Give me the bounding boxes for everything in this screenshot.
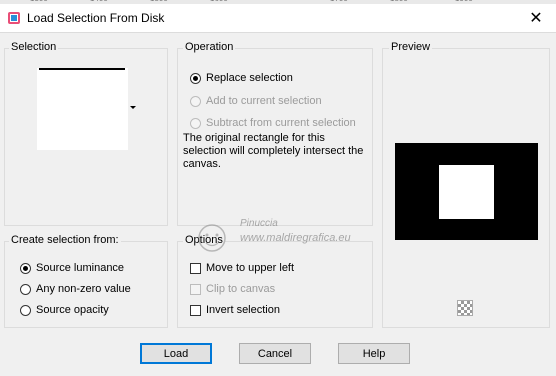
load-button[interactable]: Load: [140, 343, 212, 364]
radio-label: Source luminance: [36, 262, 125, 274]
cancel-button[interactable]: Cancel: [239, 343, 311, 364]
checkbox-label: Invert selection: [206, 304, 280, 316]
ruler-tick: 1900: [455, 0, 473, 3]
ruler-tick: 1400: [90, 0, 108, 3]
checkbox-label: Move to upper left: [206, 262, 295, 274]
operation-info-text: The original rectangle for this selectio…: [183, 132, 364, 170]
ruler-tick: 1600: [210, 0, 228, 3]
ruler-tick: 1800: [390, 0, 408, 3]
title-bar: Load Selection From Disk ✕: [0, 4, 556, 33]
radio-label: Subtract from current selection: [206, 117, 356, 129]
radio-subtract-selection[interactable]: Subtract from current selection: [190, 116, 356, 130]
selection-app-icon: [8, 12, 20, 24]
create-from-group-title: Create selection from:: [9, 234, 121, 246]
operation-group-title: Operation: [183, 41, 236, 53]
radio-button[interactable]: [190, 72, 201, 84]
radio-source-opacity[interactable]: Source opacity: [20, 303, 109, 317]
checkbox-move-upper-left[interactable]: Move to upper left: [190, 261, 294, 275]
ruler-tick: 1300: [30, 0, 48, 3]
radio-button[interactable]: [20, 262, 31, 274]
options-group-title: Options: [183, 234, 225, 246]
thumbnail-border-line: [39, 68, 125, 70]
window-title: Load Selection From Disk: [27, 11, 165, 25]
checkbox-invert-selection[interactable]: Invert selection: [190, 303, 280, 317]
ruler-tick: 1700: [330, 0, 348, 3]
radio-button[interactable]: [20, 283, 31, 295]
radio-label: Add to current selection: [206, 95, 322, 107]
radio-source-luminance[interactable]: Source luminance: [20, 261, 124, 275]
selection-thumbnail[interactable]: [37, 68, 128, 150]
radio-button[interactable]: [20, 304, 31, 316]
radio-replace-selection[interactable]: Replace selection: [190, 71, 293, 85]
checkbox-clip-to-canvas[interactable]: Clip to canvas: [190, 282, 275, 296]
radio-label: Source opacity: [36, 304, 109, 316]
help-button[interactable]: Help: [338, 343, 410, 364]
preview-canvas: [395, 143, 538, 240]
radio-add-to-selection[interactable]: Add to current selection: [190, 94, 322, 108]
radio-any-non-zero[interactable]: Any non-zero value: [20, 282, 131, 296]
chevron-down-icon[interactable]: [130, 106, 136, 109]
ruler-tick: 1500: [150, 0, 168, 3]
checkbox[interactable]: [190, 262, 201, 274]
radio-label: Replace selection: [206, 72, 293, 84]
checkerboard-icon[interactable]: [457, 300, 473, 316]
radio-button[interactable]: [190, 117, 201, 129]
radio-button[interactable]: [190, 95, 201, 107]
selection-group-title: Selection: [9, 41, 59, 53]
close-icon: ✕: [529, 8, 543, 27]
checkbox-label: Clip to canvas: [206, 283, 276, 295]
radio-label: Any non-zero value: [36, 283, 131, 295]
checkbox[interactable]: [190, 304, 201, 316]
preview-selection-area: [439, 165, 494, 219]
checkbox[interactable]: [190, 283, 201, 295]
preview-group-title: Preview: [389, 41, 433, 53]
close-button[interactable]: ✕: [526, 8, 546, 28]
